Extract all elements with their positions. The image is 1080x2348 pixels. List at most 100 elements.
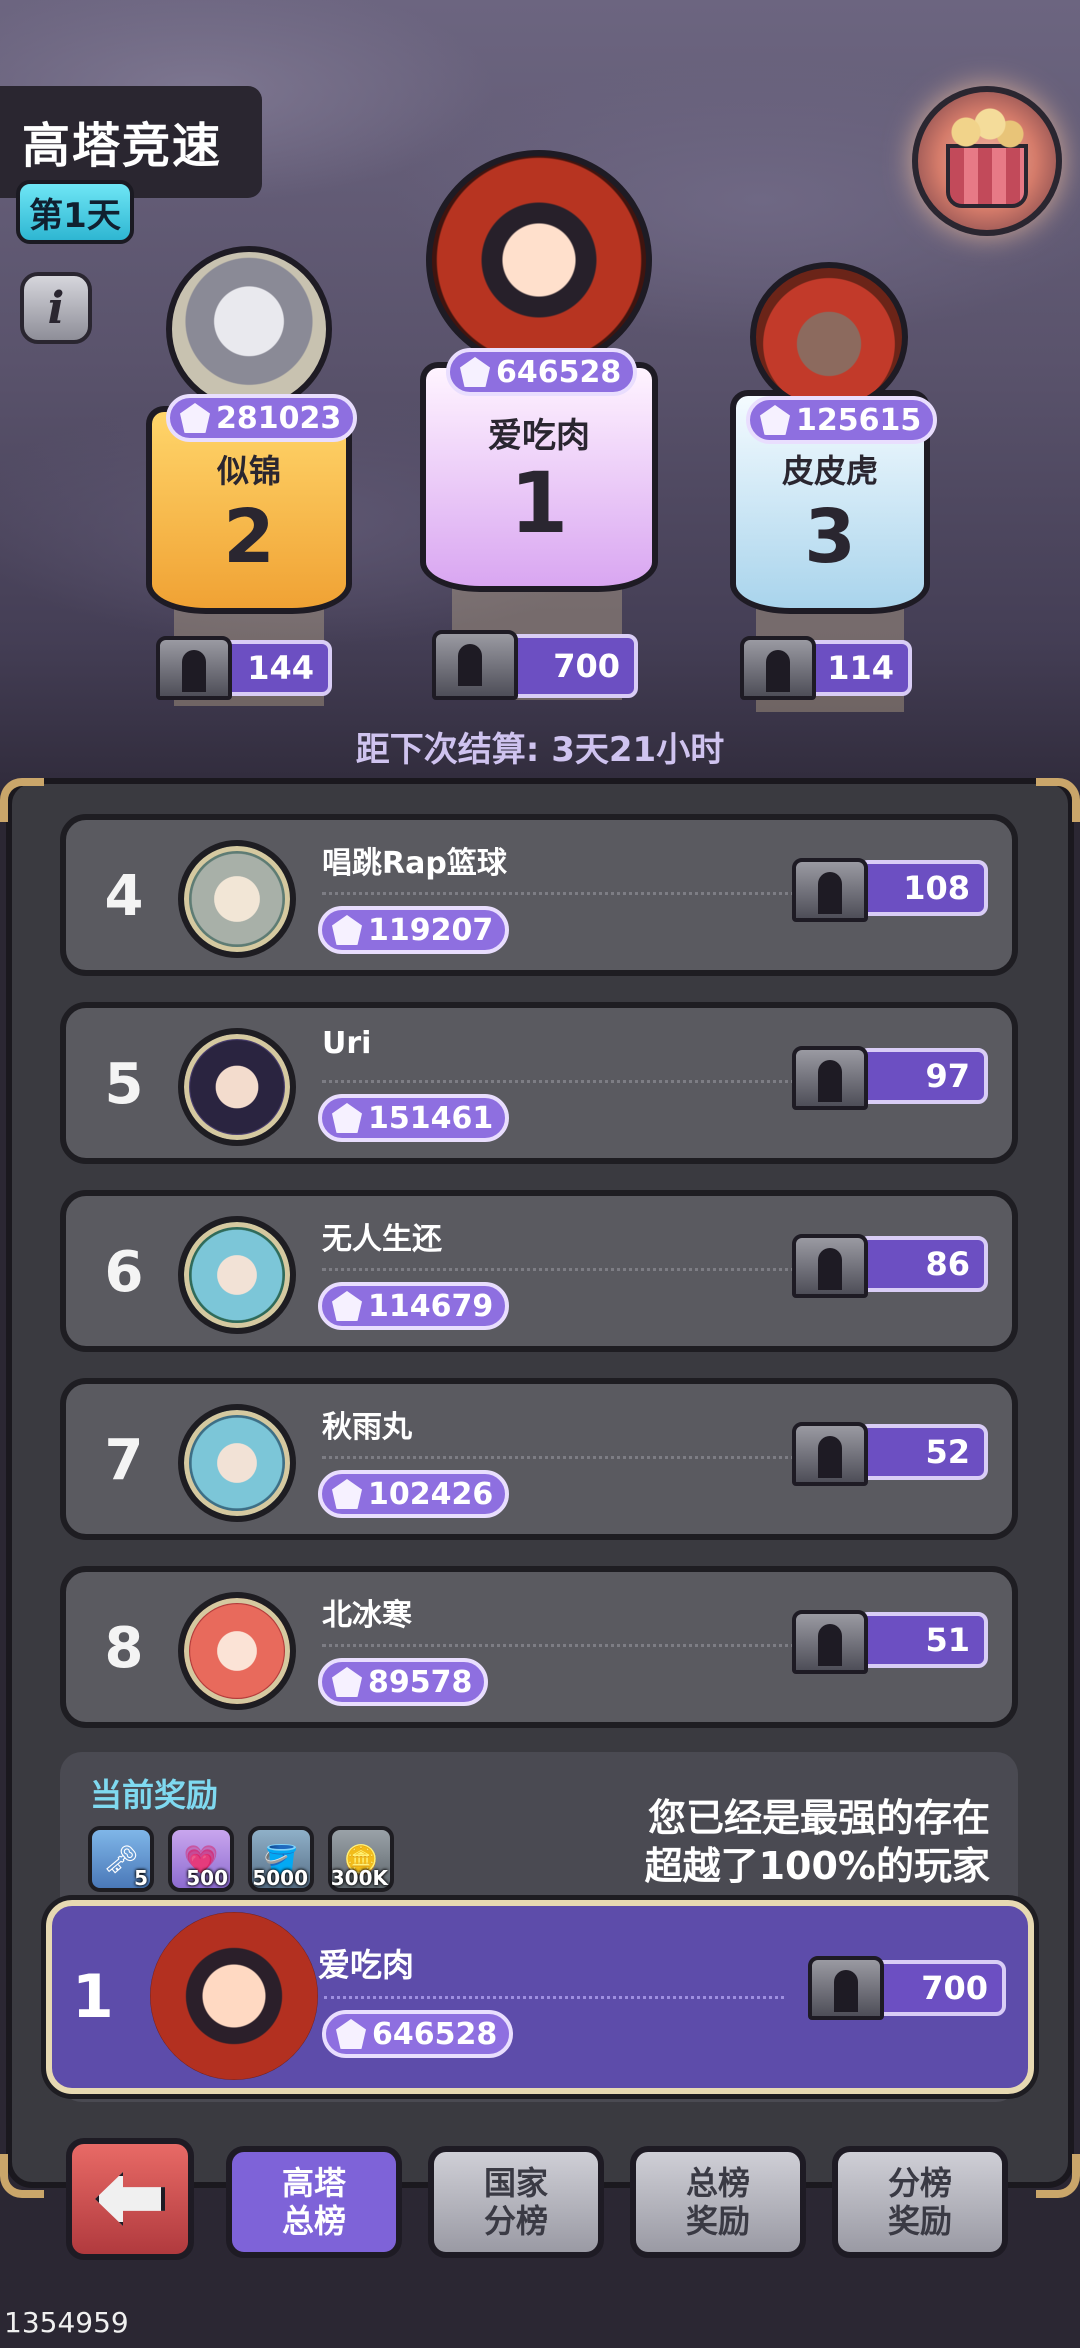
row-score-pill: 119207 [318,906,510,954]
podium-tower-count: 114 [800,640,912,696]
row-score-pill: 114679 [318,1282,510,1330]
podium-score-pill: 281023 [166,394,358,442]
my-rank-row[interactable]: 1 爱吃肉 646528 700 [46,1900,1034,2094]
tower-gate-icon [740,636,816,700]
row-divider [322,892,802,895]
medal-icon [460,357,490,387]
tab-tower-overall[interactable]: 高塔 总榜 [226,2146,402,2258]
gift-reward-button[interactable] [912,86,1062,236]
row-rank: 7 [104,1428,144,1493]
rank-row-5[interactable]: 5 Uri 151461 97 [60,1002,1018,1164]
panel-corner-ornament [0,2154,44,2198]
panel-corner-ornament [0,778,44,822]
podium-score-pill: 646528 [446,348,638,396]
settlement-countdown: 距下次结算: 3天21小时 [355,730,725,770]
panel-corner-ornament [1036,2154,1080,2198]
bull-avatar [750,262,908,412]
medal-icon [332,1667,362,1697]
my-tower-count: 700 [872,1960,1006,2016]
gift-basket-icon [946,108,1028,208]
rank-message-line2: 超越了100%的玩家 [644,1844,990,1888]
medal-icon [760,405,790,435]
my-rank: 1 [72,1962,114,2032]
row-divider [322,1268,802,1271]
medal-icon [332,1103,362,1133]
row-rank: 6 [104,1240,144,1305]
row-divider [324,1996,784,1999]
bucket-icon[interactable]: 🪣 5000 [248,1826,314,1892]
podium-tower-count: 700 [500,634,638,698]
row-tower-count: 108 [858,860,988,916]
rank-row-6[interactable]: 6 无人生还 114679 86 [60,1190,1018,1352]
current-reward-title: 当前奖励 [90,1776,219,1814]
podium-score: 646528 [496,354,622,390]
red-hair-princess-avatar [178,1592,296,1710]
row-divider [322,1456,802,1459]
podium-rank-1[interactable]: 爱吃肉 1 [420,150,658,710]
medal-icon [332,1479,362,1509]
rank-row-8[interactable]: 8 北冰寒 89578 51 [60,1566,1018,1728]
podium-rank: 2 [223,494,275,580]
row-rank: 5 [104,1052,144,1117]
row-player-name: 北冰寒 [322,1598,412,1633]
knight-avatar [166,246,332,412]
podium-name: 爱吃肉 [488,416,590,456]
key-icon[interactable]: 🗝 5 [88,1826,154,1892]
tower-gate-icon [792,1046,868,1110]
my-player-name: 爱吃肉 [318,1946,415,1984]
row-tower-count: 86 [858,1236,988,1292]
my-score-pill: 646528 [322,2010,514,2058]
dragon-hero-avatar [426,150,652,370]
tab-sub-rewards[interactable]: 分榜 奖励 [832,2146,1008,2258]
rank-row-4[interactable]: 4 唱跳Rap篮球 119207 108 [60,814,1018,976]
row-rank: 4 [104,864,144,929]
medal-icon [336,2019,366,2049]
tab-overall-rewards[interactable]: 总榜 奖励 [630,2146,806,2258]
coin-icon[interactable]: 🪙 300K [328,1826,394,1892]
blue-elf-avatar [178,1404,296,1522]
tower-gate-icon [792,858,868,922]
tower-gate-icon [432,630,518,700]
reward-items: 🗝 5 💗 500 🪣 5000 🪙 300K [88,1826,394,1892]
podium-score-pill: 125615 [746,396,938,444]
tab-country-ranking[interactable]: 国家 分榜 [428,2146,604,2258]
tower-gate-icon [792,1610,868,1674]
back-arrow-icon [95,2172,165,2226]
tower-gate-icon [156,636,232,700]
podium-rank: 3 [804,494,856,580]
back-button[interactable] [66,2138,194,2260]
page-title: 高塔竞速 [22,118,223,174]
tower-gate-icon [808,1956,884,2020]
row-tower-count: 97 [858,1048,988,1104]
row-rank: 8 [104,1616,144,1681]
row-divider [322,1644,802,1647]
tower-gate-icon [792,1234,868,1298]
row-divider [322,1080,802,1083]
dark-hair-hero-avatar [178,1028,296,1146]
day-badge: 第1天 [16,180,134,244]
podium-rank: 1 [509,454,569,552]
podium-name: 皮皮虎 [781,452,878,490]
medal-icon [332,1291,362,1321]
podium-name: 似锦 [216,452,281,490]
rank-row-7[interactable]: 7 秋雨丸 102426 52 [60,1378,1018,1540]
medal-icon [180,403,210,433]
tower-gate-icon [792,1422,868,1486]
rank-message-line1: 您已经是最强的存在 [647,1796,990,1840]
row-player-name: Uri [322,1026,372,1061]
row-player-name: 秋雨丸 [322,1410,412,1445]
panel-corner-ornament [1036,778,1080,822]
row-score-pill: 89578 [318,1658,489,1706]
heart-gem-icon[interactable]: 💗 500 [168,1826,234,1892]
row-tower-count: 52 [858,1424,988,1480]
info-button[interactable]: i [20,272,92,344]
podium-score: 281023 [216,400,342,436]
medal-icon [332,915,362,945]
row-score-pill: 102426 [318,1470,510,1518]
podium-score: 125615 [796,402,922,438]
blue-elf-avatar [178,1216,296,1334]
elder-elf-avatar [178,840,296,958]
row-player-name: 唱跳Rap篮球 [322,846,507,881]
rank-message: 您已经是最强的存在 超越了100%的玩家 [645,1794,990,1890]
row-tower-count: 51 [858,1612,988,1668]
